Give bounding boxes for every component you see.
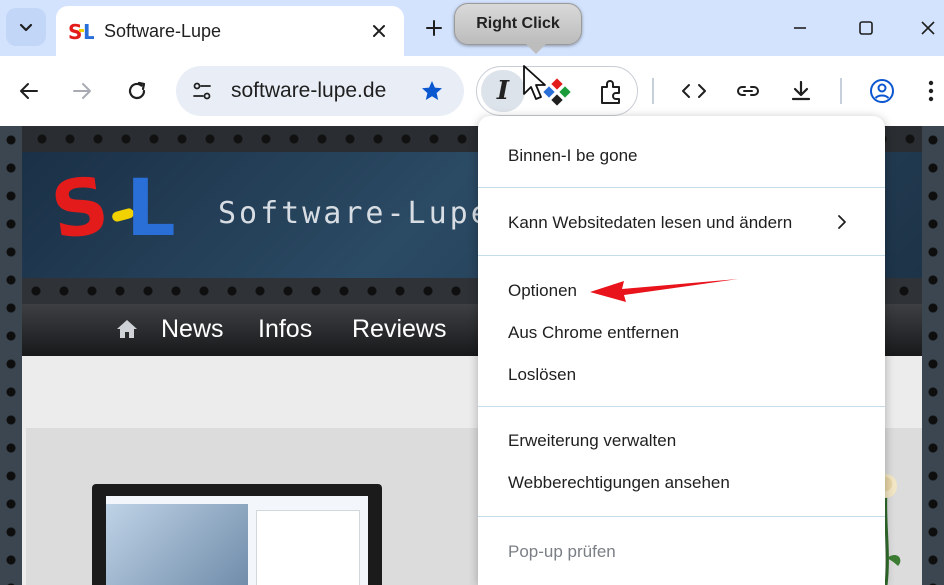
menu-item-inspect-popup[interactable]: Pop-up prüfen	[508, 540, 616, 564]
menu-item-view-web-permissions[interactable]: Webberechtigungen ansehen	[508, 471, 730, 495]
rivet-border-left	[0, 126, 22, 585]
menu-separator	[478, 255, 885, 256]
site-brand-name: Software-Lupe	[218, 196, 492, 231]
menu-button[interactable]	[918, 73, 944, 109]
minimize-button[interactable]	[782, 10, 818, 46]
back-button[interactable]	[11, 73, 47, 109]
tab-title: Software-Lupe	[104, 21, 222, 41]
reload-button[interactable]	[119, 73, 155, 109]
puzzle-icon[interactable]	[597, 78, 625, 106]
nav-item-infos[interactable]: Infos	[258, 315, 312, 344]
toolbar-divider	[840, 78, 842, 104]
arrow-left-icon	[20, 83, 38, 99]
monitor-illustration	[92, 484, 382, 585]
binnen-i-extension-button[interactable]: I	[481, 70, 525, 112]
favicon-icon: S L	[68, 20, 94, 44]
code-icon	[682, 84, 706, 98]
menu-separator	[478, 516, 885, 517]
more-vert-icon	[928, 80, 934, 102]
download-icon	[791, 80, 811, 101]
tune-icon	[193, 82, 211, 100]
mouse-cursor-icon	[523, 65, 546, 100]
window-close-button[interactable]	[910, 10, 944, 46]
menu-item-manage-extension[interactable]: Erweiterung verwalten	[508, 429, 676, 453]
tab-close-button[interactable]	[366, 18, 392, 44]
minimize-icon	[794, 27, 806, 29]
menu-separator	[478, 406, 885, 407]
account-circle-icon	[870, 79, 894, 103]
reload-icon	[128, 81, 146, 100]
forward-button[interactable]	[64, 73, 100, 109]
maximize-icon	[859, 21, 873, 35]
link-icon	[737, 86, 759, 96]
star-icon	[422, 81, 442, 100]
svg-text:L: L	[83, 20, 94, 44]
right-click-annotation: Right Click	[454, 3, 582, 45]
nav-item-reviews[interactable]: Reviews	[352, 315, 446, 344]
site-info-button[interactable]	[188, 77, 216, 105]
chevron-right-icon	[838, 215, 846, 229]
download-button[interactable]	[783, 73, 819, 109]
extension-context-menu: Binnen-I be gone Kann Websitedaten lesen…	[478, 116, 885, 585]
menu-separator	[478, 187, 885, 188]
profile-button[interactable]	[864, 73, 900, 109]
close-icon	[373, 25, 385, 37]
menu-item-remove-from-chrome[interactable]: Aus Chrome entfernen	[508, 321, 679, 345]
plus-icon	[426, 20, 442, 36]
annotation-tail	[526, 44, 546, 54]
tab-search-button[interactable]	[6, 8, 46, 46]
annotation-arrow-icon	[590, 279, 738, 302]
arrow-right-icon	[73, 83, 91, 99]
home-icon[interactable]	[116, 318, 138, 340]
close-icon	[921, 21, 935, 35]
nav-item-news[interactable]: News	[161, 315, 224, 344]
bookmark-button[interactable]	[418, 77, 446, 105]
link-button[interactable]	[730, 73, 766, 109]
binnen-i-icon: I	[496, 76, 510, 106]
active-tab[interactable]: S L Software-Lupe	[56, 6, 404, 56]
chevron-down-icon	[19, 23, 33, 32]
menu-item-extension-name[interactable]: Binnen-I be gone	[508, 144, 638, 168]
omnibox[interactable]: software-lupe.de	[176, 66, 464, 116]
menu-item-options[interactable]: Optionen	[508, 279, 577, 303]
extensions-area: I	[476, 66, 638, 116]
toolbar-divider	[652, 78, 654, 104]
new-tab-button[interactable]	[418, 12, 450, 44]
url-text[interactable]: software-lupe.de	[231, 78, 386, 104]
rivet-border-right	[922, 126, 944, 585]
menu-item-site-access[interactable]: Kann Websitedaten lesen und ändern	[508, 211, 792, 235]
code-button[interactable]	[676, 73, 712, 109]
menu-item-unpin[interactable]: Loslösen	[508, 363, 576, 387]
maximize-button[interactable]	[848, 10, 884, 46]
